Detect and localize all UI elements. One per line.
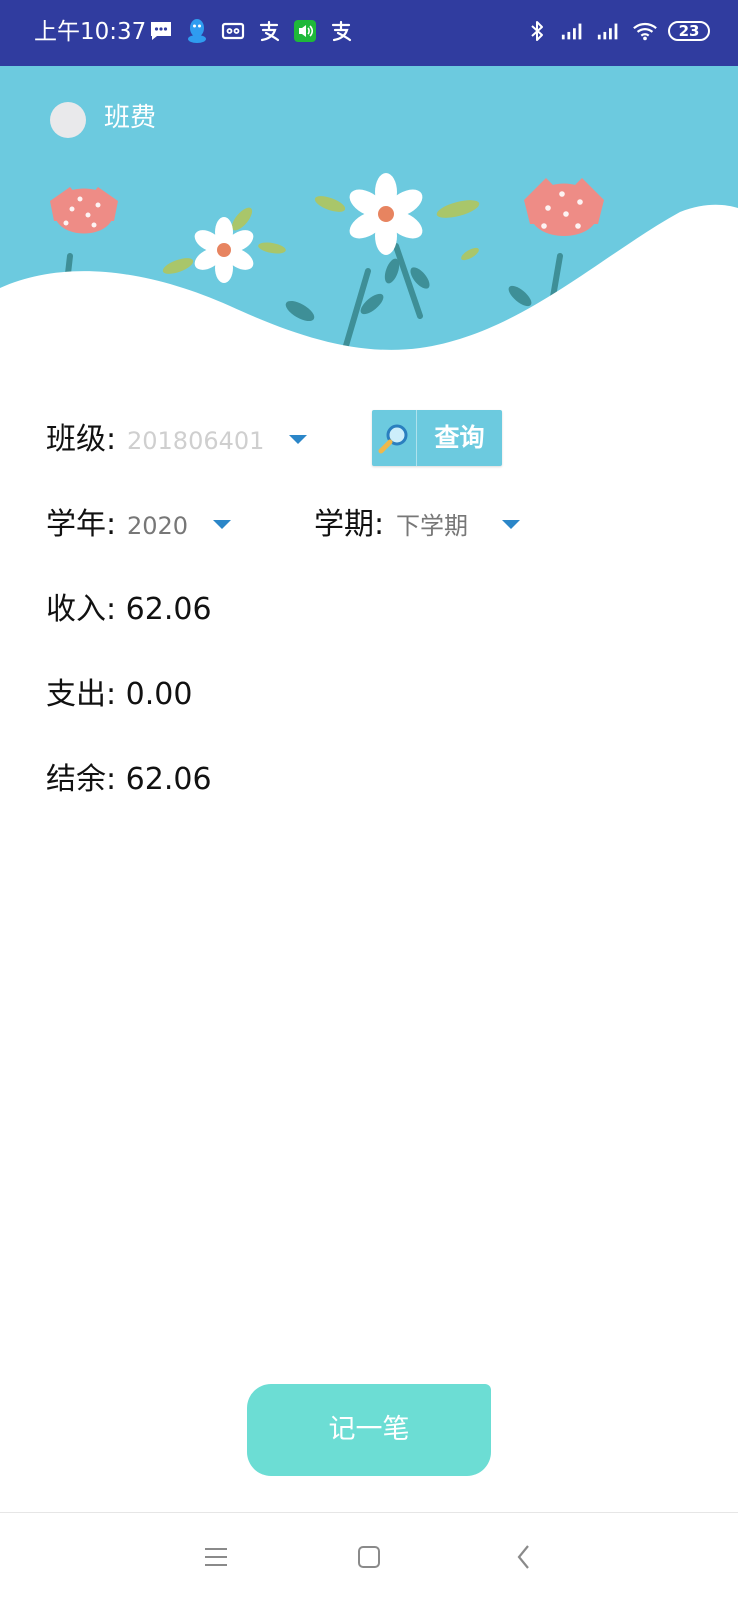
income-label: 收入: (46, 592, 117, 627)
message-icon (148, 18, 174, 44)
notification-icons (148, 18, 354, 44)
menu-icon[interactable] (192, 1533, 240, 1581)
magnifier-icon (372, 410, 417, 466)
status-bar: 上午10:37 23 (0, 0, 738, 66)
header-banner: 班费 (0, 66, 738, 356)
balance-value: 62.06 (125, 762, 212, 797)
alipay-icon (256, 18, 282, 44)
income-value: 62.06 (125, 592, 212, 627)
class-label: 班级: (46, 422, 117, 457)
back-icon[interactable] (500, 1533, 548, 1581)
status-time: 上午10:37 (34, 19, 147, 45)
qq-icon (184, 18, 210, 44)
wifi-icon (632, 18, 658, 44)
expense-row: 支出: 0.00 (46, 675, 192, 715)
term-dropdown-caret-icon[interactable] (502, 520, 520, 529)
year-label: 学年: (46, 507, 117, 542)
home-icon[interactable] (345, 1533, 393, 1581)
signal-icon (560, 18, 586, 44)
balance-row: 结余: 62.06 (46, 760, 212, 800)
speaker-app-icon (292, 18, 318, 44)
income-row: 收入: 62.06 (46, 590, 212, 630)
system-icons: 23 (524, 18, 710, 44)
query-button[interactable]: 查询 (372, 410, 502, 466)
expense-label: 支出: (46, 677, 117, 712)
bluetooth-icon (524, 18, 550, 44)
year-dropdown-caret-icon[interactable] (213, 520, 231, 529)
alipay-icon (328, 18, 354, 44)
year-select-value[interactable]: 2020 (127, 508, 188, 544)
term-label: 学期: (314, 507, 385, 542)
query-button-label: 查询 (434, 423, 485, 452)
record-entry-button[interactable]: 记一笔 (247, 1384, 491, 1476)
battery-indicator: 23 (668, 21, 710, 41)
system-nav-bar (0, 1512, 738, 1600)
page-title: 班费 (104, 103, 157, 133)
term-select-value[interactable]: 下学期 (396, 508, 468, 544)
avatar[interactable] (50, 102, 86, 138)
class-select-value[interactable]: 201806401 (127, 423, 264, 459)
cassette-icon (220, 18, 246, 44)
expense-value: 0.00 (125, 677, 193, 712)
class-dropdown-caret-icon[interactable] (289, 435, 307, 444)
balance-label: 结余: (46, 762, 117, 797)
signal-icon (596, 18, 622, 44)
